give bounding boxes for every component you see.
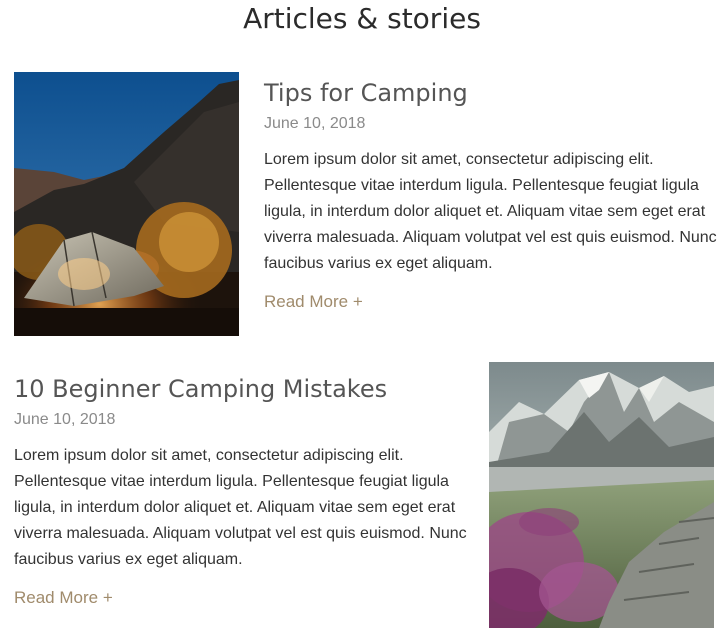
article-date: June 10, 2018: [264, 115, 366, 132]
page-title: Articles & stories: [243, 2, 481, 35]
read-more-link[interactable]: Read More +: [14, 586, 113, 610]
read-more-link[interactable]: Read More +: [264, 290, 363, 314]
article-title[interactable]: 10 Beginner Camping Mistakes: [14, 374, 474, 404]
article-excerpt: Lorem ipsum dolor sit amet, consectetur …: [264, 151, 717, 272]
article-title[interactable]: Tips for Camping: [264, 78, 719, 108]
article-content: Tips for Camping June 10, 2018 Lorem ips…: [264, 78, 719, 314]
article-image-mountains[interactable]: [489, 362, 714, 628]
article-image-tent[interactable]: [14, 72, 239, 336]
tent-night-photo: [14, 72, 239, 336]
article-content: 10 Beginner Camping Mistakes June 10, 20…: [14, 374, 474, 610]
mountain-landscape-photo: [489, 362, 714, 628]
article-excerpt: Lorem ipsum dolor sit amet, consectetur …: [14, 447, 467, 568]
article-date: June 10, 2018: [14, 411, 116, 428]
